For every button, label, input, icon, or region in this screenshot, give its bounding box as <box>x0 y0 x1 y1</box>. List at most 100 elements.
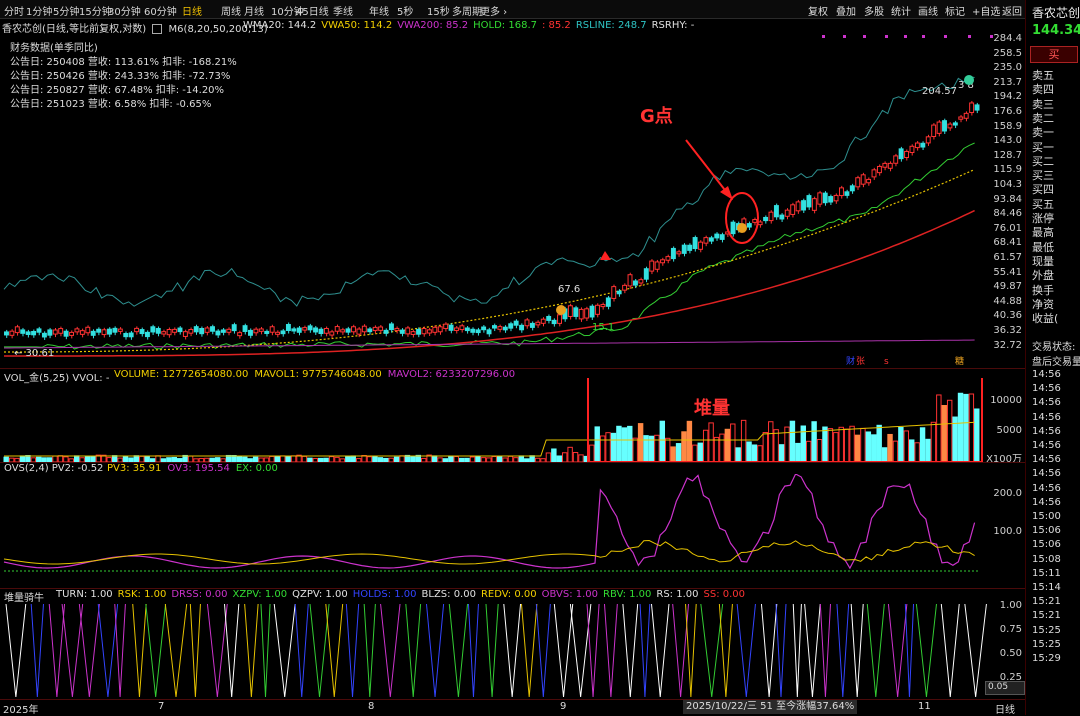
signal-dot <box>822 35 825 38</box>
candle-body <box>215 330 221 336</box>
bull-ind-item-8: OBVS: 1.00 <box>541 589 599 600</box>
candle-body <box>649 260 655 272</box>
candle-body <box>296 327 302 333</box>
candle-body <box>893 155 899 164</box>
signal-zigzag <box>325 603 344 698</box>
tab-3[interactable]: 15分钟 <box>79 3 112 18</box>
candle-body <box>36 328 42 333</box>
tab-0[interactable]: 分时 <box>4 3 24 18</box>
candle-body <box>925 136 931 144</box>
toolbar-button-4[interactable]: 画线 <box>918 3 938 18</box>
volume-bar <box>697 442 703 462</box>
tick-time: 15:08 <box>1032 553 1061 565</box>
candle-body <box>811 198 817 211</box>
tab-1[interactable]: 1分钟 <box>26 3 52 18</box>
toolbar-button-2[interactable]: 多股 <box>864 3 884 18</box>
tab-14[interactable]: 15秒 <box>427 3 450 18</box>
tick-time: 15:29 <box>1032 653 1061 664</box>
ovs-ind-item-1: OV3: 195.54 <box>167 463 230 474</box>
ovs-axis-100: 100.0 <box>993 526 1022 537</box>
candle-body <box>307 325 313 331</box>
price-chart[interactable]: G点204.57← 30.6167.615.13 8财张 s 糖 <box>0 30 1025 368</box>
tab-11[interactable]: 季线 <box>333 3 353 18</box>
tab-2[interactable]: 5分钟 <box>53 3 79 18</box>
bull-axis-1: 1.00 <box>999 600 1022 611</box>
volume-bar <box>914 442 920 462</box>
price-axis-tick: 93.84 <box>993 193 1022 205</box>
volume-bar <box>936 394 942 462</box>
value-box: 0.05 <box>985 681 1025 695</box>
signal-zigzag <box>603 603 618 698</box>
tab-7[interactable]: 周线 <box>221 3 241 18</box>
tab-15[interactable]: 多周期 <box>452 3 482 18</box>
price-axis-tick: 213.7 <box>993 76 1022 88</box>
candle-body <box>134 327 140 333</box>
volume-bar <box>887 433 893 462</box>
toolbar-button-7[interactable]: 返回 <box>1002 3 1022 18</box>
toolbar-button-0[interactable]: 复权 <box>808 3 828 18</box>
candle-body <box>101 329 107 336</box>
candle-body <box>860 174 866 185</box>
volume-bar <box>675 443 682 462</box>
candle-body <box>9 330 15 336</box>
candle-body <box>898 148 904 160</box>
volume-bar <box>659 420 666 462</box>
price-axis-tick: 68.41 <box>993 237 1022 249</box>
tab-16[interactable]: 更多 › <box>480 3 507 18</box>
ovs-chart[interactable] <box>0 474 1025 584</box>
signal-zigzag <box>30 603 44 698</box>
hold-line <box>4 142 975 350</box>
toolbar-button-5[interactable]: 标记 <box>945 3 965 18</box>
tick-time: 14:56 <box>1032 482 1061 494</box>
signal-zigzag <box>145 603 167 698</box>
tab-4[interactable]: 30分钟 <box>108 3 141 18</box>
volume-bar <box>654 434 660 462</box>
signal-zigzag <box>503 603 522 698</box>
price-axis-tick: 128.7 <box>993 149 1022 161</box>
volume-bar <box>578 454 584 462</box>
bull-chart[interactable] <box>0 602 1025 699</box>
signal-zigzag <box>97 603 119 698</box>
tab-8[interactable]: 月线 <box>244 3 264 18</box>
tab-5[interactable]: 60分钟 <box>144 3 177 18</box>
tab-12[interactable]: 年线 <box>369 3 389 18</box>
candle-body <box>242 325 248 332</box>
signal-dot <box>968 35 971 38</box>
candle-body <box>643 268 649 280</box>
ovs-ind-item-0: PV3: 35.91 <box>107 463 162 474</box>
price-axis-tick: 76.01 <box>993 222 1022 234</box>
signal-zigzag <box>380 603 401 698</box>
candle-body <box>508 323 514 329</box>
signal-dot <box>904 35 907 38</box>
candle-body <box>161 331 167 335</box>
price-axis-tick: 55.41 <box>993 266 1022 278</box>
candle-body <box>806 195 812 208</box>
candle-body <box>524 319 530 327</box>
candle-body <box>595 304 600 315</box>
toolbar-button-3[interactable]: 统计 <box>891 3 911 18</box>
tab-13[interactable]: 5秒 <box>397 3 413 18</box>
volume-chart[interactable]: 堆量 <box>0 378 1025 462</box>
candle-body <box>567 305 573 317</box>
buy-button[interactable]: 买 <box>1030 46 1078 63</box>
candle-body <box>790 204 796 215</box>
candle-body <box>361 325 367 333</box>
signal-dot <box>863 35 866 38</box>
candle-body <box>752 219 758 223</box>
volume-bar <box>946 399 953 462</box>
toolbar-button-6[interactable]: +自选 <box>972 3 1000 18</box>
volume-bar <box>551 448 557 462</box>
toolbar-button-1[interactable]: 叠加 <box>836 3 856 18</box>
tab-6[interactable]: 日线 <box>182 3 202 18</box>
tab-10[interactable]: 45日线 <box>296 3 329 18</box>
volume-bar <box>681 431 687 462</box>
signal-zigzag <box>448 603 469 698</box>
candle-body <box>139 329 145 335</box>
stock-name: 香农芯创 <box>1032 6 1080 20</box>
candle-body <box>584 308 590 319</box>
volume-bar <box>719 433 725 462</box>
signal-zigzag <box>866 603 885 698</box>
signal-dot <box>885 35 888 38</box>
tick-time: 15:06 <box>1032 539 1061 551</box>
candle-body <box>269 326 275 333</box>
